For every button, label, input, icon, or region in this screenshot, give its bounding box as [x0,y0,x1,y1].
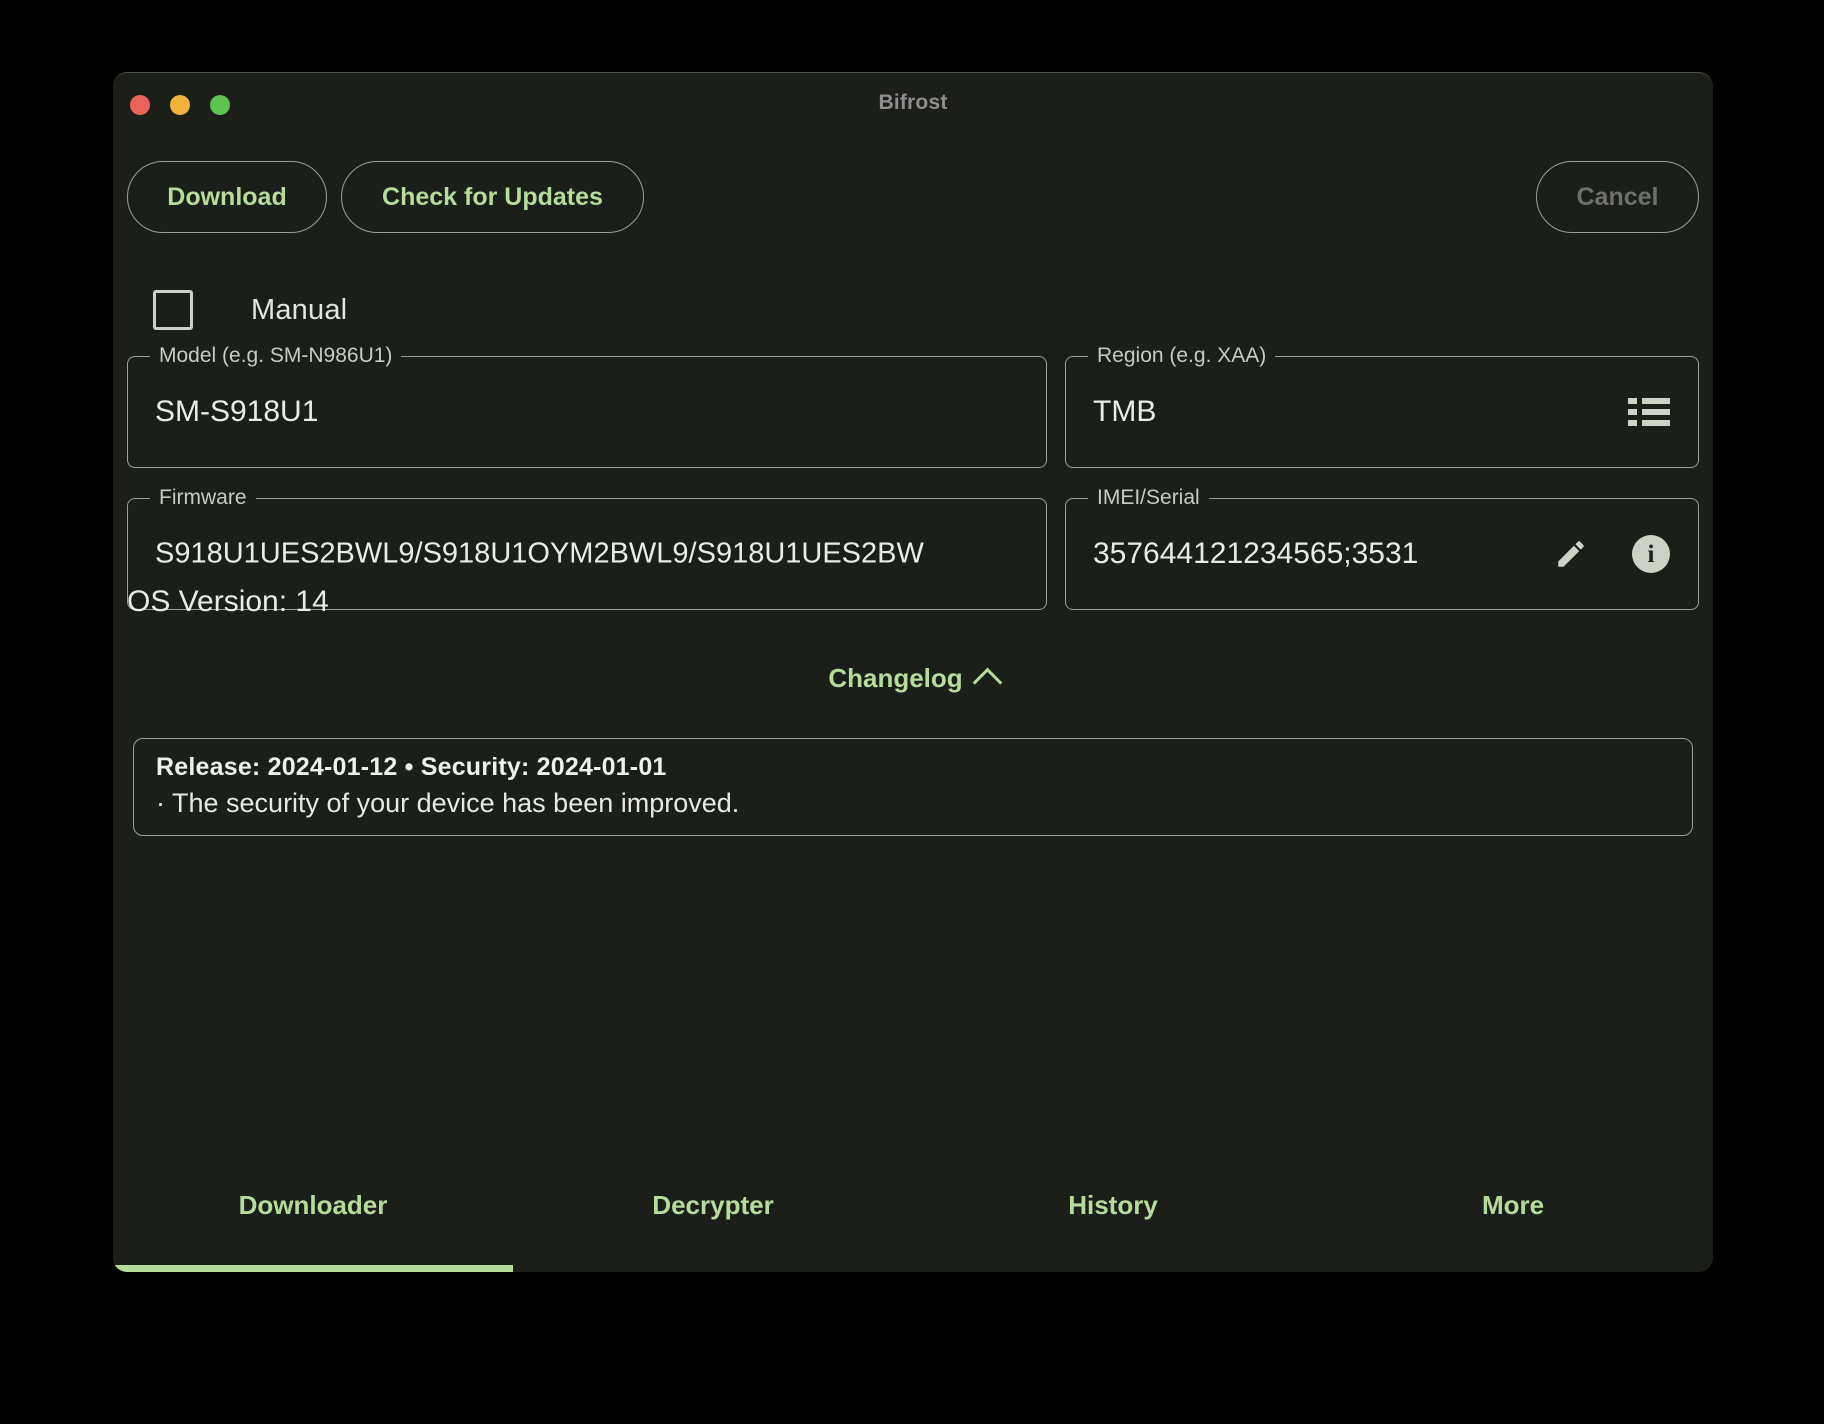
tab-downloader[interactable]: Downloader [113,1168,513,1268]
imei-serial-field-legend: IMEI/Serial [1088,486,1209,510]
model-field-legend: Model (e.g. SM-N986U1) [150,344,402,368]
cancel-button[interactable]: Cancel [1536,161,1699,233]
action-button-row: Download Check for Updates Cancel [113,161,1713,233]
check-for-updates-button[interactable]: Check for Updates [341,161,644,233]
manual-checkbox-row[interactable]: Manual [153,285,347,335]
download-button[interactable]: Download [127,161,327,233]
changelog-toggle[interactable]: Changelog [113,658,1713,698]
changelog-body: · The security of your device has been i… [156,788,740,818]
imei-serial-field[interactable]: IMEI/Serial 357644121234565;3531 i [1065,486,1699,610]
pencil-icon[interactable] [1554,537,1588,571]
manual-label: Manual [251,293,348,326]
changelog-header: Release: 2024-01-12 • Security: 2024-01-… [156,753,667,781]
tab-bar: Downloader Decrypter History More [113,1168,1713,1272]
region-field-value: TMB [1093,395,1157,428]
app-window: Bifrost Download Check for Updates Cance… [113,72,1713,1272]
region-field[interactable]: Region (e.g. XAA) TMB [1065,344,1699,468]
chevron-up-icon [972,667,1003,697]
model-field[interactable]: Model (e.g. SM-N986U1) SM-S918U1 [127,344,1047,468]
active-tab-indicator [113,1265,513,1272]
tab-history[interactable]: History [913,1168,1313,1268]
title-bar: Bifrost [113,73,1713,135]
os-version-text: OS Version: 14 [127,585,329,618]
manual-checkbox[interactable] [153,290,193,330]
info-icon[interactable]: i [1632,535,1670,573]
changelog-panel: Release: 2024-01-12 • Security: 2024-01-… [133,738,1693,836]
screen: Bifrost Download Check for Updates Cance… [0,0,1824,1424]
region-field-legend: Region (e.g. XAA) [1088,344,1276,368]
tab-more[interactable]: More [1313,1168,1713,1268]
window-title: Bifrost [878,91,948,114]
tab-list: Downloader Decrypter History More [113,1168,1713,1268]
model-field-value: SM-S918U1 [155,395,319,428]
changelog-toggle-label: Changelog [828,662,963,693]
firmware-field-value: S918U1UES2BWL9/S918U1OYM2BWL9/S918U1UES2… [155,537,924,570]
tab-decrypter[interactable]: Decrypter [513,1168,913,1268]
list-icon[interactable] [1628,398,1670,426]
firmware-field-legend: Firmware [150,486,256,510]
imei-serial-field-value: 357644121234565;3531 [1093,537,1419,570]
